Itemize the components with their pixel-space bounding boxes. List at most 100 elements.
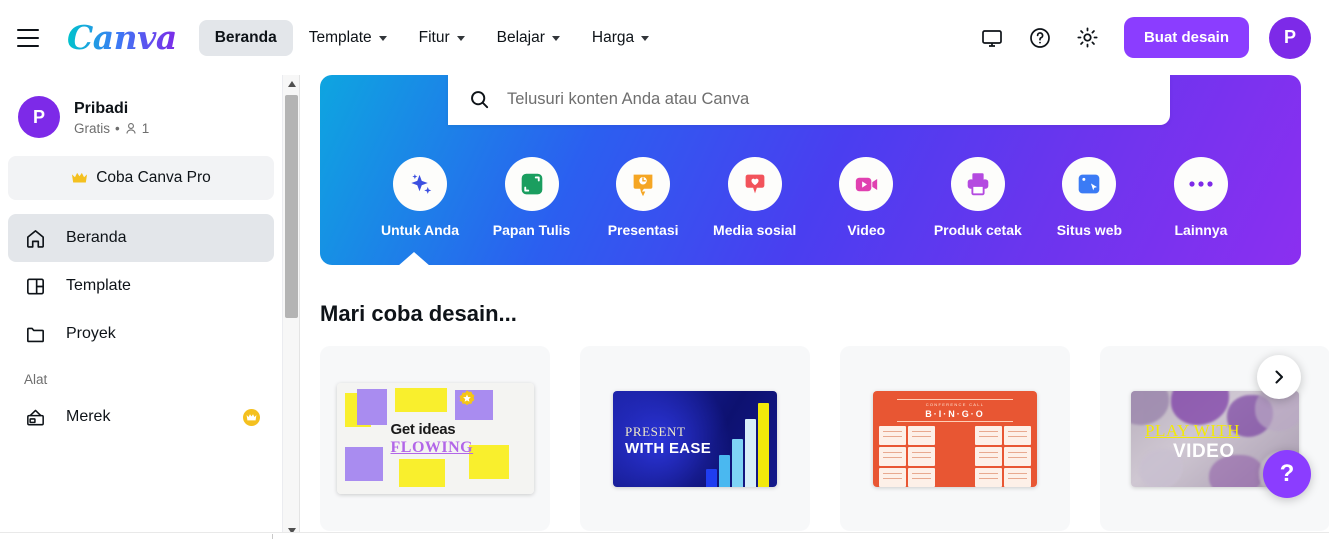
chevron-down-icon [456, 36, 465, 41]
nav-item-fitur[interactable]: Fitur [403, 20, 481, 56]
search-bar[interactable] [448, 75, 1170, 125]
pro-banner-label: Coba Canva Pro [96, 169, 211, 186]
hero-banner: Untuk Anda Papan Tulis [320, 75, 1301, 266]
sidebar-item-template[interactable]: Template [8, 262, 274, 310]
profile-name: Pribadi [74, 99, 129, 117]
heart-chat-icon [727, 157, 782, 211]
star-badge-icon [459, 390, 474, 406]
sidebar-item-label: Merek [66, 408, 111, 425]
create-design-button[interactable]: Buat desain [1123, 17, 1249, 58]
template-card-whiteboard[interactable]: Get ideas FLOWING [320, 346, 550, 531]
nav-item-beranda[interactable]: Beranda [198, 19, 293, 56]
category-situs-web[interactable]: Situs web [1037, 157, 1141, 238]
card-title-line1: Get ideas [390, 421, 456, 438]
carousel-next-button[interactable] [1257, 355, 1301, 399]
header-actions: Buat desain P [972, 16, 1329, 59]
sidebar-item-merek[interactable]: Merek [8, 393, 274, 441]
sparkles-icon [393, 157, 447, 211]
website-cursor-icon [1062, 157, 1117, 211]
nav-item-harga[interactable]: Harga [576, 20, 665, 56]
person-icon [126, 122, 136, 134]
category-row: Untuk Anda Papan Tulis Presentasi Media … [320, 157, 1301, 238]
sidebar-scrollbar[interactable] [283, 75, 300, 539]
main-content: Untuk Anda Papan Tulis [300, 75, 1329, 539]
card-thumbnail: PRESENT WITH EASE [613, 390, 777, 487]
bar-chart-decor [706, 402, 769, 487]
card-title-line1: PLAY WITH [1145, 420, 1241, 440]
template-card-presentation[interactable]: PRESENT WITH EASE [580, 346, 810, 531]
plan-label: Gratis [74, 120, 111, 136]
sidebar-item-label: Beranda [66, 229, 127, 246]
video-camera-icon [839, 157, 894, 211]
folder-icon [27, 327, 44, 342]
ellipsis-icon [1173, 157, 1228, 211]
card-title-line2: FLOWING [390, 439, 474, 456]
category-produk-cetak[interactable]: Produk cetak [926, 157, 1030, 238]
top-header: Canva Beranda Template Fitur Belajar Har… [0, 0, 1329, 75]
search-input[interactable] [507, 90, 1127, 109]
avatar[interactable]: P [1269, 16, 1311, 59]
page-title: Mari coba desain... [320, 301, 517, 326]
sidebar-profile[interactable]: P Pribadi Gratis • 1 [0, 75, 282, 152]
category-label: Papan Tulis [492, 222, 571, 238]
card-title: B·I·N·G·O [925, 408, 985, 419]
nav-item-belajar[interactable]: Belajar [481, 20, 576, 56]
member-count: 1 [141, 120, 150, 136]
chevron-down-icon [378, 36, 387, 41]
sidebar-item-label: Template [66, 277, 131, 294]
nav-label: Harga [591, 28, 635, 46]
card-thumbnail: Get ideas FLOWING [336, 383, 534, 494]
category-lainnya[interactable]: Lainnya [1149, 157, 1253, 238]
sidebar-item-beranda[interactable]: Beranda [8, 214, 274, 262]
printer-icon [950, 157, 1005, 211]
nav-label: Beranda [214, 28, 277, 46]
help-circle-icon[interactable] [1020, 18, 1060, 58]
main-nav: Beranda Template Fitur Belajar Harga [198, 19, 665, 56]
nav-item-template[interactable]: Template [293, 20, 403, 56]
whiteboard-icon [504, 157, 559, 211]
search-icon [471, 91, 489, 109]
scrollbar-thumb[interactable] [285, 95, 298, 318]
category-papan-tulis[interactable]: Papan Tulis [480, 157, 584, 238]
caret-up-icon[interactable] [283, 75, 300, 92]
category-label: Lainnya [1174, 222, 1228, 238]
category-presentasi[interactable]: Presentasi [591, 157, 695, 238]
help-floating-button[interactable]: ? [1263, 450, 1311, 498]
category-video[interactable]: Video [814, 157, 918, 238]
category-label: Media sosial [713, 222, 797, 238]
chevron-right-icon [1275, 370, 1283, 384]
gear-icon[interactable] [1068, 18, 1108, 58]
banner-active-notch [398, 252, 430, 266]
hamburger-icon[interactable] [17, 23, 47, 53]
category-label: Untuk Anda [380, 222, 460, 238]
card-thumbnail: CONFERENCE CALL B·I·N·G·O [873, 390, 1037, 487]
sidebar-section-alat: Alat [24, 372, 48, 387]
chevron-down-icon [641, 36, 650, 41]
card-title-line2: VIDEO [1173, 440, 1235, 462]
card-title-line2: WITH EASE [625, 439, 712, 457]
profile-avatar: P [18, 96, 60, 138]
crown-icon [243, 408, 260, 426]
category-label: Presentasi [607, 222, 679, 238]
nav-label: Fitur [418, 28, 450, 46]
home-icon [27, 229, 44, 248]
canva-home-page: Canva Beranda Template Fitur Belajar Har… [0, 0, 1329, 539]
sidebar-nav: Beranda Template Proyek Alat Merek [0, 214, 282, 441]
brand-icon [27, 409, 44, 425]
monitor-icon[interactable] [972, 18, 1012, 58]
sidebar: P Pribadi Gratis • 1 Coba Canva Pro Bera… [0, 75, 283, 539]
category-untuk-anda[interactable]: Untuk Anda [368, 157, 472, 238]
chevron-down-icon [551, 36, 560, 41]
template-card-row: Get ideas FLOWING PRESENT WITH EASE CONF… [320, 346, 1329, 531]
template-card-bingo[interactable]: CONFERENCE CALL B·I·N·G·O [840, 346, 1070, 531]
profile-subtitle: Gratis • 1 [74, 121, 149, 136]
card-title-line1: PRESENT [625, 423, 686, 439]
nav-label: Template [308, 28, 372, 46]
category-label: Produk cetak [933, 222, 1022, 238]
try-canva-pro-button[interactable]: Coba Canva Pro [8, 156, 274, 200]
sidebar-item-proyek[interactable]: Proyek [8, 310, 274, 358]
bottom-bar [0, 532, 1329, 539]
bottom-divider [272, 534, 273, 539]
category-media-sosial[interactable]: Media sosial [703, 157, 807, 238]
canva-logo[interactable]: Canva [67, 18, 177, 57]
